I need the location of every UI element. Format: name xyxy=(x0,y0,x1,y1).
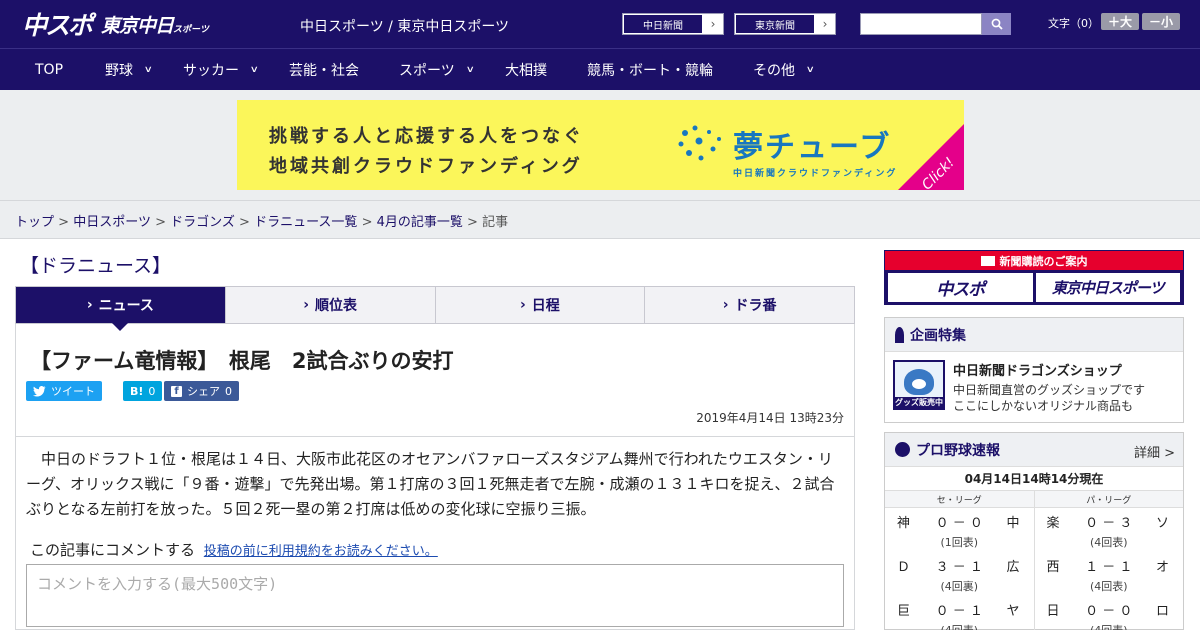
game-row[interactable]: 西 １ － １ オ (4回表) xyxy=(1035,552,1184,596)
search-icon xyxy=(991,18,1003,30)
ribbon-icon xyxy=(895,326,904,343)
central-league: セ・リーグ 神 ０ － ０ 中 (1回表) Ｄ ３ － １ 広 (4回裏) 巨 … xyxy=(885,491,1035,630)
font-size-label: 文字（0） xyxy=(1048,17,1099,30)
game-row[interactable]: Ｄ ３ － １ 広 (4回裏) xyxy=(885,552,1034,596)
font-smaller-button[interactable]: －小 xyxy=(1142,13,1180,30)
crowdfunding-banner[interactable]: 挑戦する人と応援する人をつなぐ 地域共創クラウドファンディング 夢チューブ 中日… xyxy=(237,100,964,190)
section-heading: 【ドラニュース】 xyxy=(20,255,172,277)
search-button[interactable] xyxy=(982,13,1011,35)
game-row[interactable]: 巨 ０ － １ ヤ (4回表) xyxy=(885,596,1034,630)
chevron-right-icon: › xyxy=(519,297,526,313)
logo-tokyo-chunichi: 東京中日スポーツ xyxy=(101,14,209,37)
game-row[interactable]: 楽 ０ － ３ ソ (4回表) xyxy=(1035,508,1184,552)
chevron-right-icon: › xyxy=(710,17,716,31)
nav-item-entertainment[interactable]: 芸能・社会 xyxy=(289,49,359,91)
top-header: 中スポ 東京中日スポーツ 中日スポーツ / 東京中日スポーツ 中日新聞 › 東京… xyxy=(0,0,1200,48)
tab-schedule[interactable]: › 日程 xyxy=(436,287,646,323)
nav-item-soccer[interactable]: サッカー ∨ xyxy=(183,49,259,91)
tab-standings[interactable]: › 順位表 xyxy=(226,287,436,323)
nav-item-other[interactable]: その他 ∨ xyxy=(753,49,815,91)
tab-beat-reporter[interactable]: › ドラ番 xyxy=(645,287,854,323)
tweet-button[interactable]: ツイート xyxy=(26,381,102,401)
shop-title: 中日新聞ドラゴンズショップ xyxy=(953,364,1122,379)
facebook-icon: f xyxy=(171,385,182,397)
site-title: 中日スポーツ / 東京中日スポーツ xyxy=(300,19,510,35)
main-nav: TOP 野球 ∨ サッカー ∨ 芸能・社会 スポーツ ∨ 大相撲 競馬・ボート・競輪 … xyxy=(0,48,1200,90)
banner-line-2: 地域共創クラウドファンディング xyxy=(269,156,583,177)
subscribe-chuspo-button[interactable]: 中スポ xyxy=(888,273,1033,302)
hatena-icon: B! xyxy=(130,384,144,398)
scores-detail-link[interactable]: 詳細 > xyxy=(1134,442,1175,461)
comment-textarea[interactable]: コメントを入力する(最大500文字) xyxy=(26,564,844,627)
divider xyxy=(16,436,854,437)
scores-timestamp: 04月14日14時14分現在 xyxy=(885,467,1183,491)
twitter-icon xyxy=(33,385,46,396)
banner-line-1: 挑戦する人と応援する人をつなぐ xyxy=(269,126,584,147)
chevron-down-icon: ∨ xyxy=(465,65,475,75)
chevron-down-icon: ∨ xyxy=(249,65,259,75)
chevron-right-icon: › xyxy=(303,297,310,313)
chevron-down-icon: ∨ xyxy=(143,65,153,75)
subscription-header: 新聞購読のご案内 xyxy=(885,251,1183,270)
shop-description-1: 中日新聞直営のグッズショップです xyxy=(953,383,1146,397)
breadcrumb-link-chunichi-sports[interactable]: 中日スポーツ xyxy=(73,215,151,230)
subscription-box: 新聞購読のご案内 中スポ 東京中日スポーツ xyxy=(884,250,1184,305)
nav-item-baseball[interactable]: 野球 ∨ xyxy=(105,49,153,91)
article: 【ファーム竜情報】 根尾 2試合ぶりの安打 ツイート B! 0 f シェア 0 … xyxy=(15,324,855,630)
hatena-count: 0 xyxy=(148,384,156,398)
breadcrumb-link-april-list[interactable]: 4月の記事一覧 xyxy=(377,215,463,230)
hatena-bookmark-button[interactable]: B! 0 xyxy=(123,381,163,401)
banner-brand-sub: 中日新聞クラウドファンディング xyxy=(733,169,898,179)
main-content: 【ドラニュース】 › ニュース › 順位表 › 日程 › ドラ番 【ファーム竜情報】 根… xyxy=(0,239,1200,630)
newspaper-icon xyxy=(980,255,995,266)
subscribe-tokyo-chunichi-button[interactable]: 東京中日スポーツ xyxy=(1035,273,1180,302)
comment-terms-link[interactable]: 投稿の前に利用規約をお読みください。 xyxy=(204,544,438,559)
dragons-shop-item[interactable]: グッズ販売中 中日新聞ドラゴンズショップ 中日新聞直営のグッズショップです ここ… xyxy=(885,352,1183,422)
facebook-share-button[interactable]: f シェア 0 xyxy=(164,381,239,401)
tab-news[interactable]: › ニュース xyxy=(16,287,226,331)
search-input[interactable] xyxy=(860,13,982,35)
game-row[interactable]: 神 ０ － ０ 中 (1回表) xyxy=(885,508,1034,552)
nav-item-sports[interactable]: スポーツ ∨ xyxy=(399,49,475,91)
banner-brand-name: 夢チューブ xyxy=(733,130,892,165)
mascot-icon xyxy=(904,369,934,395)
scores-panel: プロ野球速報 詳細 > 04月14日14時14分現在 セ・リーグ 神 ０ － ０… xyxy=(884,432,1184,630)
article-headline: 【ファーム竜情報】 根尾 2試合ぶりの安打 xyxy=(30,349,454,373)
comment-label: この記事にコメントする 投稿の前に利用規約をお読みください。 xyxy=(30,541,438,559)
article-body: 中日のドラフト１位・根尾は１４日、大阪市此花区のオセアンバファローズスタジアム舞… xyxy=(26,450,835,518)
nav-item-racing[interactable]: 競馬・ボート・競輪 xyxy=(587,49,713,91)
site-logo[interactable]: 中スポ 東京中日スポーツ xyxy=(22,7,209,41)
breadcrumb-link-top[interactable]: トップ xyxy=(15,215,54,230)
breadcrumb-bar: トップ > 中日スポーツ > ドラゴンズ > ドラニュース一覧 > 4月の記事一… xyxy=(0,200,1200,239)
game-row[interactable]: 日 ０ － ０ ロ (4回表) xyxy=(1035,596,1184,630)
chevron-right-icon: › xyxy=(86,297,93,313)
font-larger-button[interactable]: ＋大 xyxy=(1101,13,1139,30)
chevron-right-icon: › xyxy=(822,17,828,31)
nav-item-sumo[interactable]: 大相撲 xyxy=(505,49,547,91)
shop-thumbnail: グッズ販売中 xyxy=(893,360,945,410)
features-panel: 企画特集 グッズ販売中 中日新聞ドラゴンズショップ 中日新聞直営のグッズショップ… xyxy=(884,317,1184,423)
features-header: 企画特集 xyxy=(885,318,1183,352)
dots-logo-icon xyxy=(678,125,721,161)
breadcrumb-current: 記事 xyxy=(482,215,509,230)
article-date: 2019年4月14日 13時23分 xyxy=(696,411,844,425)
chevron-down-icon: ∨ xyxy=(805,65,815,75)
nav-item-top[interactable]: TOP xyxy=(35,49,63,91)
shop-description-2: ここにしかないオリジナル商品も xyxy=(953,399,1134,413)
breadcrumb: トップ > 中日スポーツ > ドラゴンズ > ドラニュース一覧 > 4月の記事一… xyxy=(15,215,509,230)
baseball-icon xyxy=(895,442,910,457)
tokyo-shimbun-link[interactable]: 東京新聞 › xyxy=(734,13,836,35)
chunichi-shimbun-link[interactable]: 中日新聞 › xyxy=(622,13,724,35)
tab-bar: › ニュース › 順位表 › 日程 › ドラ番 xyxy=(15,286,855,331)
ad-area: 挑戦する人と応援する人をつなぐ 地域共創クラウドファンディング 夢チューブ 中日… xyxy=(0,90,1200,200)
banner-brand: 夢チューブ 中日新聞クラウドファンディング xyxy=(677,122,897,179)
facebook-count: 0 xyxy=(225,384,232,398)
breadcrumb-link-news-list[interactable]: ドラニュース一覧 xyxy=(254,215,357,230)
scores-header: プロ野球速報 詳細 > xyxy=(885,433,1183,467)
pacific-league: パ・リーグ 楽 ０ － ３ ソ (4回表) 西 １ － １ オ (4回表) 日 … xyxy=(1034,491,1184,630)
logo-chuspo: 中スポ xyxy=(22,11,93,40)
breadcrumb-link-dragons[interactable]: ドラゴンズ xyxy=(170,215,235,230)
chevron-right-icon: › xyxy=(722,297,729,313)
